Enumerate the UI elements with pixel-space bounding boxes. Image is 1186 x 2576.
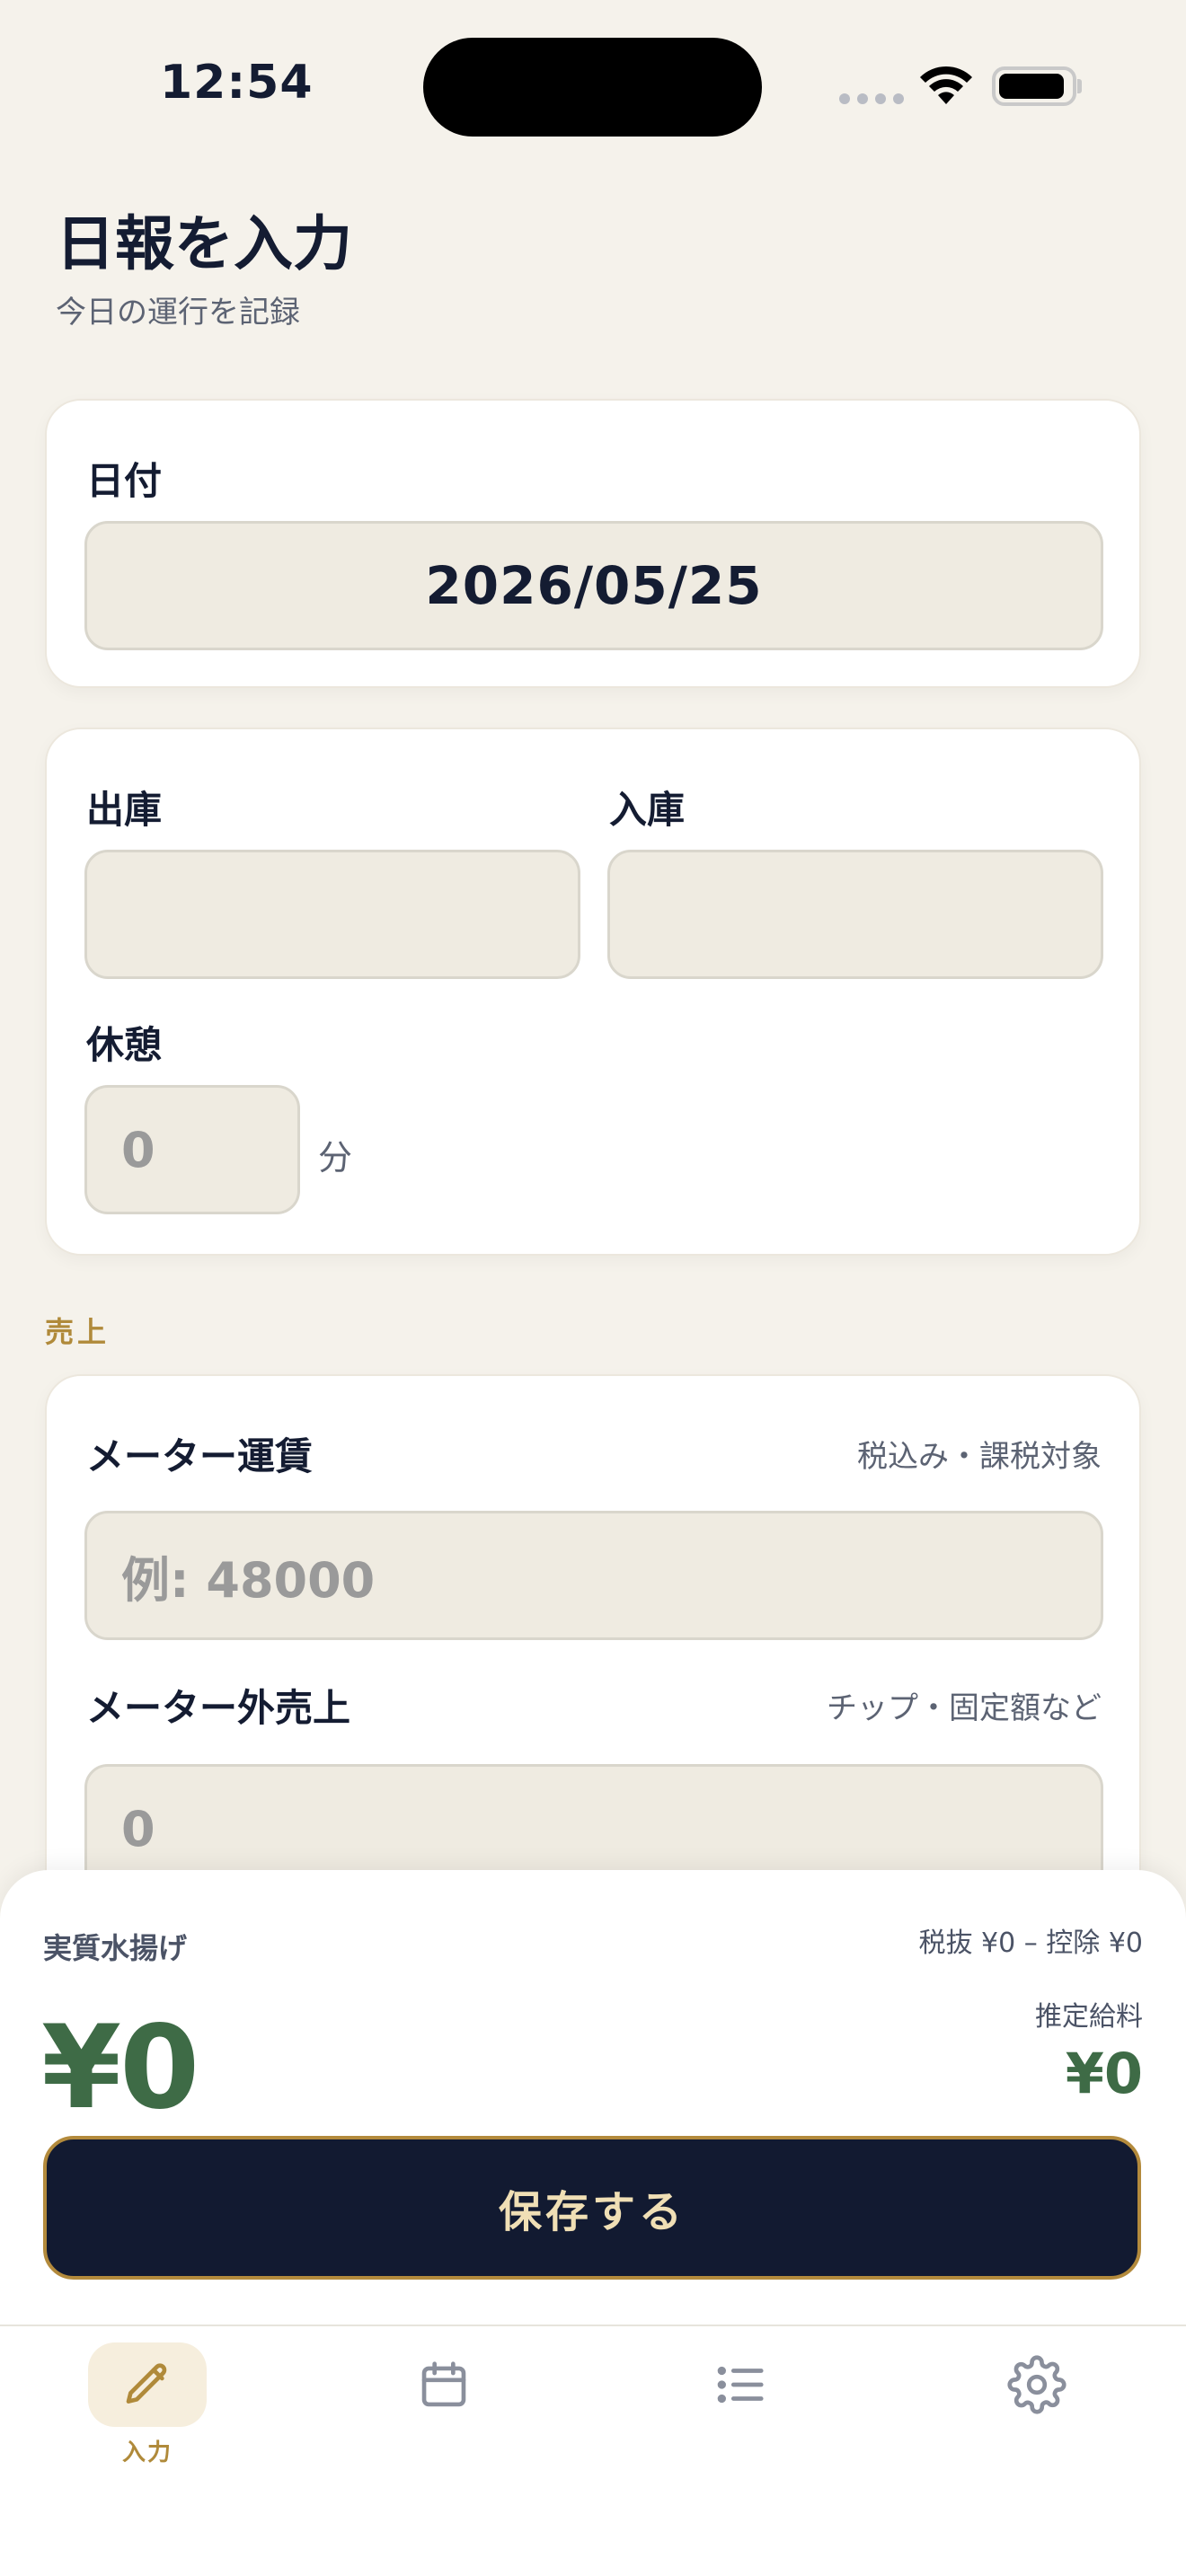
earnings-breakdown: 税抜 ¥0 – 控除 ¥0	[918, 1928, 1144, 1959]
page-title: 日報を入力	[56, 209, 352, 278]
break-unit: 分	[318, 1138, 353, 1178]
net-earnings-label: 実質水揚げ	[43, 1931, 188, 1965]
calendar-icon	[421, 2361, 466, 2407]
save-button[interactable]: 保存する	[43, 2136, 1141, 2280]
pencil-icon	[126, 2363, 167, 2404]
tab-input[interactable]: 入力	[84, 2342, 210, 2477]
departure-label: 出庫	[86, 788, 163, 832]
estimated-salary-amount: ¥0	[1065, 2041, 1143, 2106]
gear-icon	[1007, 2355, 1067, 2414]
tab-bar: 入力	[0, 2325, 1186, 2576]
meter-fare-input[interactable]: 例: 48000	[84, 1511, 1103, 1640]
tab-settings[interactable]	[974, 2342, 1100, 2477]
cellular-signal-icon	[839, 93, 904, 104]
break-minutes-field[interactable]: 0	[84, 1085, 300, 1214]
dynamic-island	[423, 38, 762, 137]
departure-time-field[interactable]	[84, 850, 580, 979]
summary-panel: 実質水揚げ 税抜 ¥0 – 控除 ¥0 ¥0 推定給料 ¥0 保存する	[0, 1870, 1186, 2325]
time-card: 出庫 入庫 休憩 0 分	[45, 728, 1141, 1256]
tab-calendar[interactable]	[381, 2342, 507, 2477]
date-field[interactable]: 2026/05/25	[84, 521, 1103, 650]
wifi-icon	[920, 66, 972, 104]
meter-fare-label: メーター運賃	[86, 1434, 314, 1478]
battery-icon	[992, 66, 1082, 106]
sales-section-label: 売上	[45, 1315, 111, 1349]
status-time: 12:54	[160, 56, 314, 110]
estimated-salary-label: 推定給料	[1035, 2001, 1143, 2033]
other-sales-label: メーター外売上	[86, 1686, 351, 1730]
return-time-field[interactable]	[607, 850, 1103, 979]
break-label: 休憩	[86, 1023, 163, 1067]
date-card: 日付 2026/05/25	[45, 399, 1141, 688]
date-label: 日付	[86, 459, 163, 503]
other-sales-hint: チップ・固定額など	[827, 1690, 1102, 1726]
return-label: 入庫	[609, 788, 686, 832]
list-icon	[717, 2366, 764, 2404]
page-subtitle: 今日の運行を記録	[56, 295, 300, 331]
tab-list[interactable]	[677, 2342, 803, 2477]
net-earnings-amount: ¥0	[41, 2001, 199, 2135]
tab-input-label: 入力	[121, 2439, 173, 2466]
meter-fare-hint: 税込み・課税対象	[857, 1439, 1102, 1475]
app-screen: 12:54 日報を入力 今日の運行を記録 日付 2026/05/25 出庫 入庫…	[0, 0, 1186, 2576]
